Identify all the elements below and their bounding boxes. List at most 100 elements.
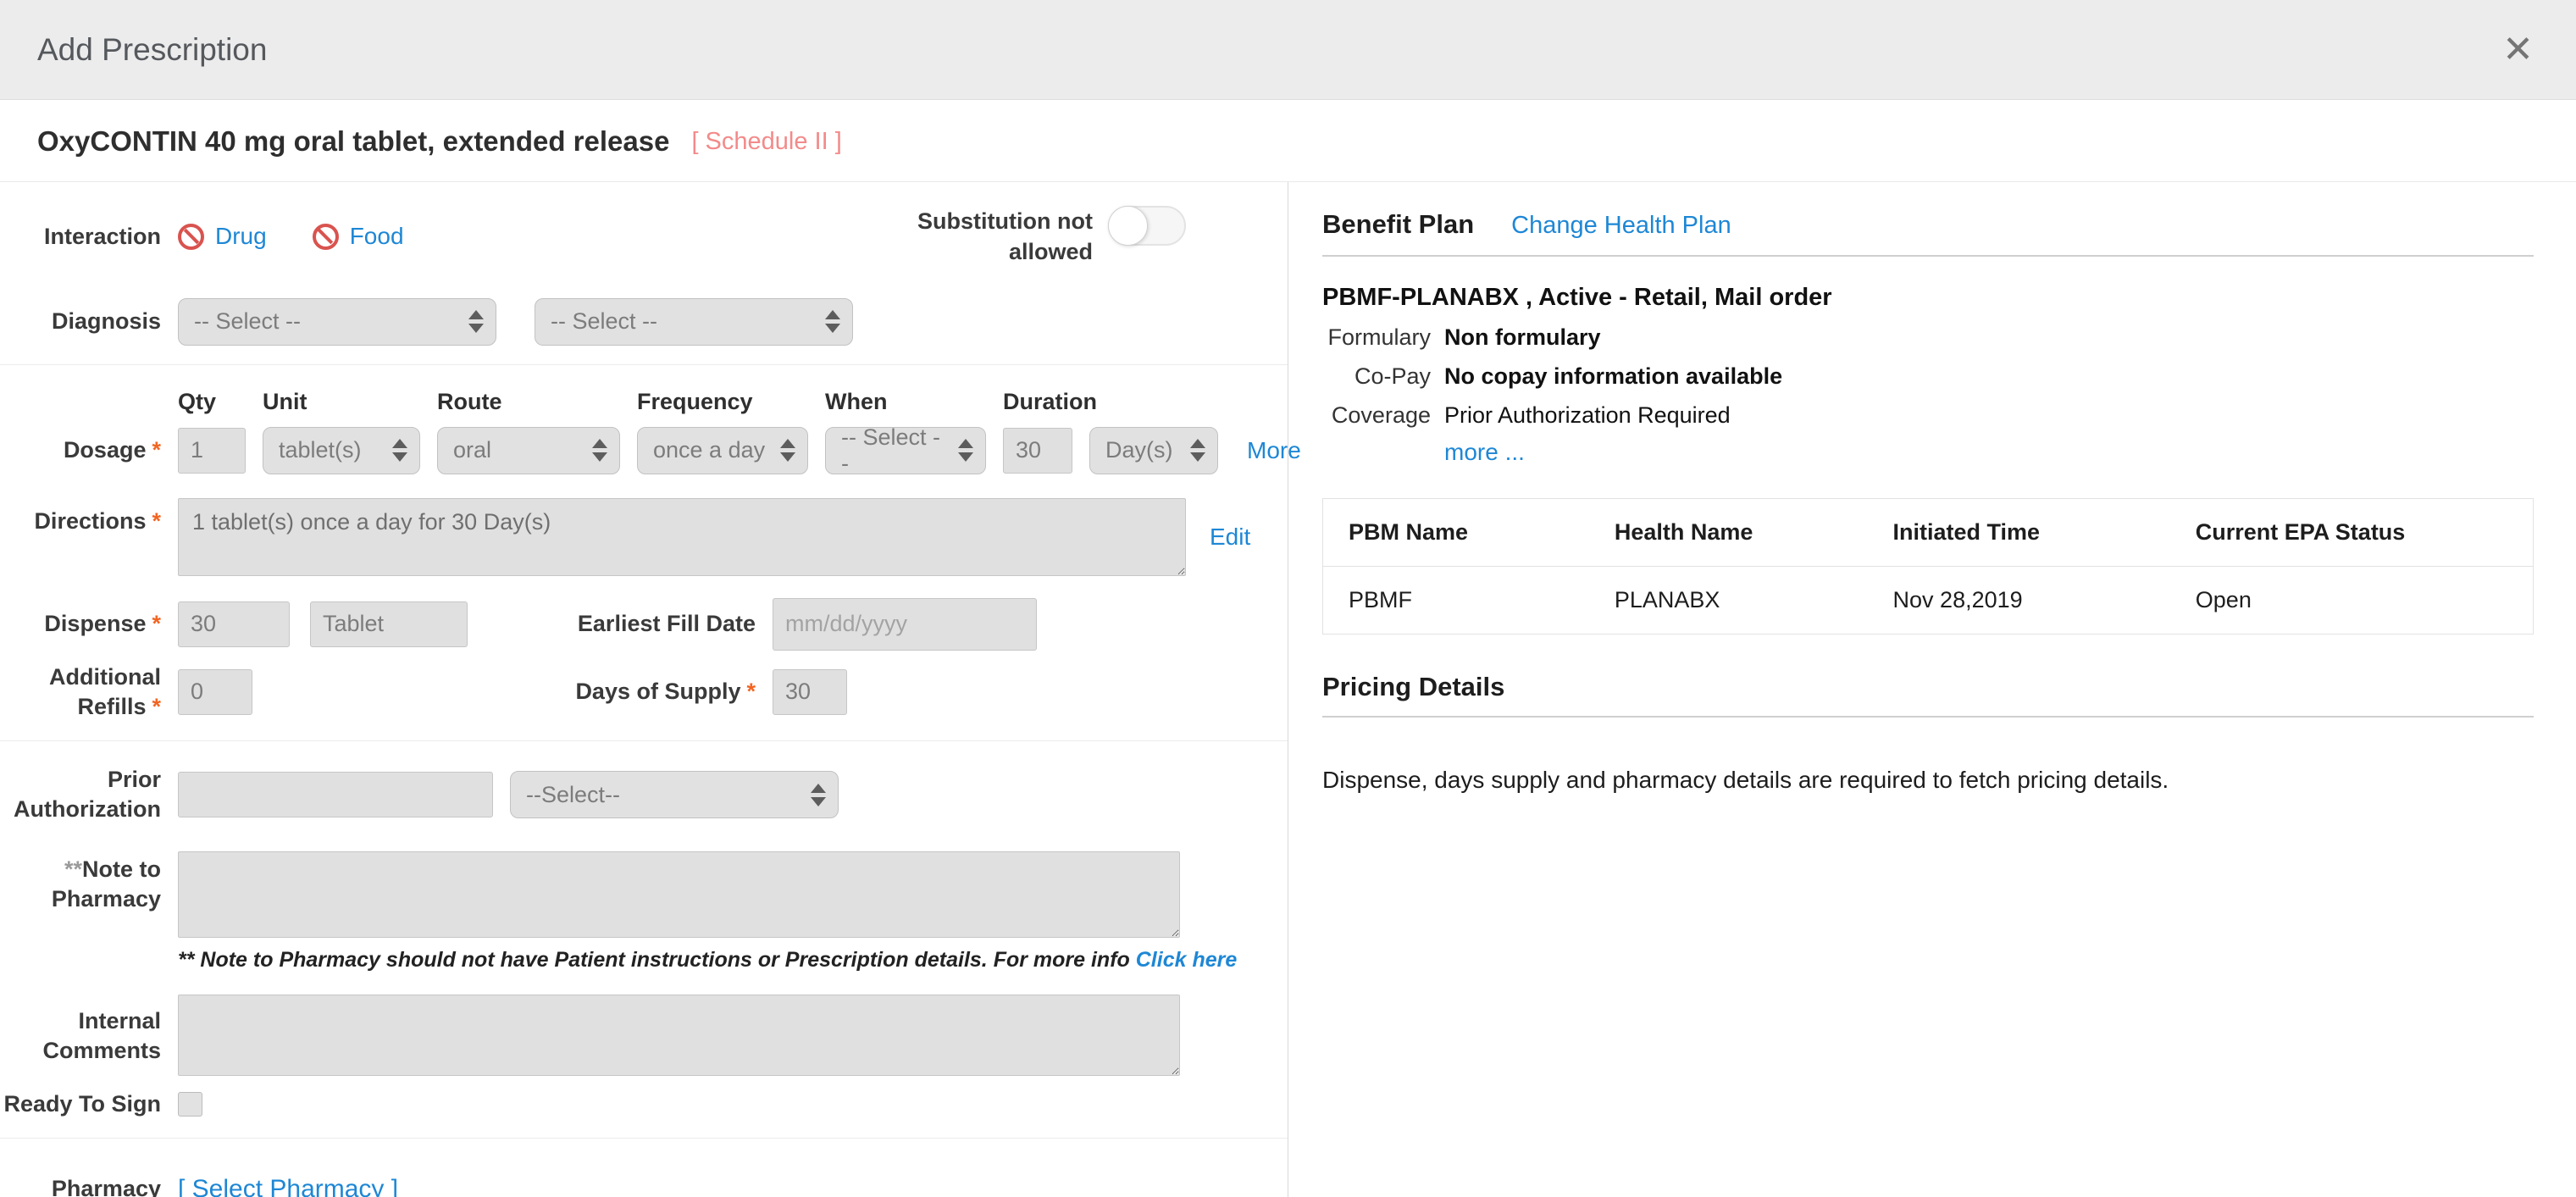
substitution-label: Substitution not allowed bbox=[902, 206, 1093, 268]
drug-interaction-link[interactable]: Drug bbox=[178, 223, 267, 250]
plan-name: PBMF-PLANABX , Active - Retail, Mail ord… bbox=[1322, 284, 2534, 312]
pbm-name-header: PBM Name bbox=[1323, 499, 1589, 567]
coverage-label: Coverage bbox=[1322, 402, 1431, 429]
prohibition-icon bbox=[178, 224, 204, 250]
select-caret-icon bbox=[1190, 439, 1205, 462]
section-notes: Prior Authorization --Select-- **Note to… bbox=[0, 741, 1288, 1139]
health-name-header: Health Name bbox=[1589, 499, 1868, 567]
section-interaction-diagnosis: Interaction Drug Food Substitution not a… bbox=[0, 182, 1288, 365]
select-pharmacy-link[interactable]: [ Select Pharmacy ] bbox=[178, 1175, 398, 1197]
epa-status-table: PBM Name Health Name Initiated Time Curr… bbox=[1322, 498, 2534, 635]
pbm-name-cell: PBMF bbox=[1323, 567, 1589, 635]
prior-authorization-select-value: --Select-- bbox=[526, 782, 620, 808]
drug-name: OxyCONTIN 40 mg oral tablet, extended re… bbox=[37, 125, 669, 158]
copay-label: Co-Pay bbox=[1322, 363, 1431, 390]
click-here-link[interactable]: Click here bbox=[1136, 948, 1238, 972]
dosage-column-headers: Qty Unit Route Frequency When Duration bbox=[178, 389, 1254, 415]
qty-header: Qty bbox=[178, 389, 246, 415]
pricing-details-title: Pricing Details bbox=[1322, 672, 2534, 718]
coverage-more-link[interactable]: more ... bbox=[1444, 439, 1525, 465]
section-pharmacy: Pharmacy [ Select Pharmacy ] bbox=[0, 1139, 1288, 1197]
duration-header: Duration bbox=[1003, 389, 1072, 415]
route-select[interactable]: oral bbox=[437, 427, 620, 474]
prior-authorization-input[interactable] bbox=[178, 772, 493, 817]
diagnosis-select-1-value: -- Select -- bbox=[194, 308, 301, 335]
prohibition-icon bbox=[313, 224, 339, 250]
route-select-value: oral bbox=[453, 437, 491, 463]
frequency-select[interactable]: once a day bbox=[637, 427, 808, 474]
health-name-cell: PLANABX bbox=[1589, 567, 1868, 635]
note-to-pharmacy-hint: ** Note to Pharmacy should not have Pati… bbox=[178, 948, 1254, 973]
dialog-title: Add Prescription bbox=[37, 32, 267, 68]
dispense-label: Dispense* bbox=[0, 609, 161, 639]
dispense-qty-input[interactable] bbox=[178, 601, 290, 647]
prior-authorization-select[interactable]: --Select-- bbox=[510, 771, 839, 818]
directions-label: Directions* bbox=[0, 498, 161, 536]
directions-textarea[interactable]: 1 tablet(s) once a day for 30 Day(s) bbox=[178, 498, 1186, 576]
drug-interaction-label: Drug bbox=[215, 223, 267, 250]
additional-refills-label: Additional Refills* bbox=[0, 662, 161, 722]
select-caret-icon bbox=[592, 439, 607, 462]
pharmacy-label: Pharmacy bbox=[0, 1174, 161, 1197]
coverage-value: Prior Authorization Required bbox=[1444, 402, 1731, 429]
benefit-plan-panel: Benefit Plan Change Health Plan PBMF-PLA… bbox=[1288, 182, 2576, 1197]
initiated-time-header: Initiated Time bbox=[1868, 499, 2170, 567]
unit-select-value: tablet(s) bbox=[279, 437, 362, 463]
diagnosis-select-1[interactable]: -- Select -- bbox=[178, 298, 496, 346]
copay-value: No copay information available bbox=[1444, 363, 1782, 390]
when-select[interactable]: -- Select -- bbox=[825, 427, 986, 474]
select-caret-icon bbox=[780, 439, 795, 462]
interaction-label: Interaction bbox=[0, 222, 161, 252]
unit-select[interactable]: tablet(s) bbox=[263, 427, 420, 474]
duration-unit-select[interactable]: Day(s) bbox=[1089, 427, 1218, 474]
select-caret-icon bbox=[825, 310, 840, 333]
earliest-fill-date-input[interactable] bbox=[773, 598, 1037, 651]
formulary-value: Non formulary bbox=[1444, 324, 1601, 351]
note-to-pharmacy-label: **Note to Pharmacy bbox=[0, 851, 161, 914]
select-caret-icon bbox=[958, 439, 973, 462]
earliest-fill-date-label: Earliest Fill Date bbox=[542, 611, 756, 637]
drug-title-row: OxyCONTIN 40 mg oral tablet, extended re… bbox=[0, 100, 2576, 182]
dispense-unit-input[interactable] bbox=[310, 601, 468, 647]
prior-authorization-label: Prior Authorization bbox=[0, 765, 161, 824]
epa-status-cell: Open bbox=[2170, 567, 2534, 635]
change-health-plan-link[interactable]: Change Health Plan bbox=[1511, 212, 1731, 240]
ready-to-sign-checkbox[interactable] bbox=[178, 1092, 202, 1117]
initiated-time-cell: Nov 28,2019 bbox=[1868, 567, 2170, 635]
additional-refills-input[interactable] bbox=[178, 669, 252, 715]
duration-input[interactable] bbox=[1003, 428, 1072, 474]
table-header-row: PBM Name Health Name Initiated Time Curr… bbox=[1323, 499, 2534, 567]
when-select-value: -- Select -- bbox=[841, 424, 946, 477]
dosage-label: Dosage* bbox=[0, 435, 161, 465]
frequency-header: Frequency bbox=[637, 389, 808, 415]
section-dosage: Qty Unit Route Frequency When Duration D… bbox=[0, 365, 1288, 741]
pricing-details-message: Dispense, days supply and pharmacy detai… bbox=[1322, 767, 2534, 794]
substitution-toggle[interactable] bbox=[1108, 206, 1186, 246]
when-header: When bbox=[825, 389, 986, 415]
days-of-supply-label: Days of Supply* bbox=[542, 679, 756, 705]
frequency-select-value: once a day bbox=[653, 437, 765, 463]
food-interaction-link[interactable]: Food bbox=[313, 223, 404, 250]
duration-unit-value: Day(s) bbox=[1105, 437, 1173, 463]
select-caret-icon bbox=[392, 439, 407, 462]
schedule-badge: [ Schedule II ] bbox=[691, 128, 841, 156]
unit-header: Unit bbox=[263, 389, 420, 415]
prescription-form: Interaction Drug Food Substitution not a… bbox=[0, 182, 1288, 1197]
epa-status-header: Current EPA Status bbox=[2170, 499, 2534, 567]
diagnosis-select-2[interactable]: -- Select -- bbox=[535, 298, 853, 346]
days-of-supply-input[interactable] bbox=[773, 669, 847, 715]
diagnosis-select-2-value: -- Select -- bbox=[551, 308, 657, 335]
toggle-knob-icon bbox=[1108, 206, 1148, 246]
table-row: PBMF PLANABX Nov 28,2019 Open bbox=[1323, 567, 2534, 635]
note-to-pharmacy-textarea[interactable] bbox=[178, 851, 1180, 938]
select-caret-icon bbox=[811, 784, 826, 806]
edit-directions-link[interactable]: Edit bbox=[1210, 524, 1250, 551]
qty-input[interactable] bbox=[178, 428, 246, 474]
benefit-plan-title: Benefit Plan bbox=[1322, 209, 1474, 240]
diagnosis-label: Diagnosis bbox=[0, 307, 161, 336]
route-header: Route bbox=[437, 389, 620, 415]
internal-comments-textarea[interactable] bbox=[178, 995, 1180, 1076]
internal-comments-label: Internal Comments bbox=[0, 995, 161, 1066]
formulary-label: Formulary bbox=[1322, 324, 1431, 351]
close-icon[interactable]: ✕ bbox=[2502, 31, 2534, 69]
